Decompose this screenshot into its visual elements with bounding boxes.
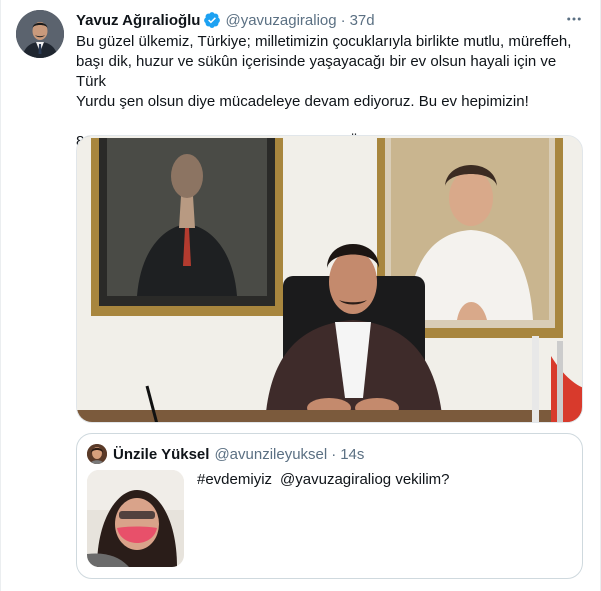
author-avatar[interactable] xyxy=(16,10,64,58)
quoted-tweet[interactable]: Ünzile Yüksel @avunzileyuksel · 14s #evd… xyxy=(76,433,583,579)
tweet-text-line: başı dik, huzur ve sükûn içerisinde yaşa… xyxy=(76,53,557,90)
tweet-text: Bu güzel ülkemiz, Türkiye; milletimizin … xyxy=(76,32,586,152)
quoted-tweet-header: Ünzile Yüksel @avunzileyuksel · 14s xyxy=(113,444,364,464)
quoted-hashtag[interactable]: #evdemiyiz xyxy=(197,471,272,488)
office-photo-image xyxy=(77,136,582,422)
separator-dot: · xyxy=(340,11,346,29)
quoted-tweet-timestamp[interactable]: 14s xyxy=(340,446,364,463)
more-icon xyxy=(567,17,581,21)
tweet-timestamp[interactable]: 37d xyxy=(350,12,375,29)
quoted-author-handle[interactable]: @avunzileyuksel xyxy=(214,446,327,463)
quoted-author-avatar[interactable] xyxy=(87,444,107,464)
tweet[interactable]: Yavuz Ağıralioğlu @yavuzagiraliog · 37d … xyxy=(0,0,601,591)
tweet-text-line: Yurdu şen olsun diye mücadeleye devam ed… xyxy=(76,93,529,110)
author-name[interactable]: Yavuz Ağıralioğlu xyxy=(76,12,200,29)
author-handle[interactable]: @yavuzagiraliog xyxy=(225,12,336,29)
selfie-photo-image xyxy=(87,470,184,567)
tweet-header: Yavuz Ağıralioğlu @yavuzagiraliog · 37d xyxy=(76,10,375,30)
separator-dot: · xyxy=(331,445,337,463)
more-options-button[interactable] xyxy=(563,8,585,30)
quoted-tweet-photo[interactable] xyxy=(87,470,184,567)
verified-badge-icon xyxy=(203,11,221,29)
tweet-photo[interactable] xyxy=(76,135,583,423)
quoted-author-name[interactable]: Ünzile Yüksel xyxy=(113,446,209,463)
author-avatar-image xyxy=(16,10,64,58)
quoted-avatar-image xyxy=(87,444,107,464)
quoted-mention-text[interactable]: @yavuzagiraliog vekilim? xyxy=(280,471,449,488)
quoted-tweet-text: #evdemiyiz @yavuzagiraliog vekilim? xyxy=(197,470,450,490)
tweet-text-line: Bu güzel ülkemiz, Türkiye; milletimizin … xyxy=(76,33,572,50)
